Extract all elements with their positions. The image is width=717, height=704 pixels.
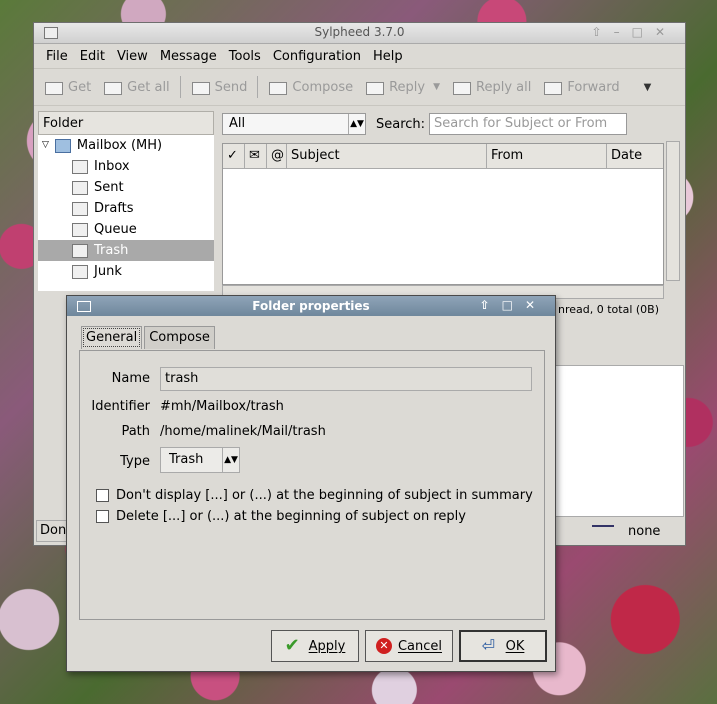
path-label: Path — [121, 424, 150, 439]
forward-icon — [541, 77, 563, 97]
tab-general[interactable]: General — [81, 326, 143, 349]
folder-drafts[interactable]: Drafts — [38, 198, 214, 219]
mark-column-icon[interactable]: ✓ — [223, 144, 245, 168]
menu-configuration[interactable]: Configuration — [267, 49, 367, 64]
reply-icon — [363, 77, 385, 97]
dialog-controls[interactable]: ⇧□✕ — [480, 298, 547, 312]
menu-help[interactable]: Help — [367, 49, 409, 64]
status-none: none — [628, 523, 661, 539]
type-combo[interactable]: Trash ▲▼ — [160, 447, 240, 473]
main-titlebar: Sylpheed 3.7.0 ⇧–□✕ — [34, 23, 685, 44]
general-panel: Name trash Identifier #mh/Mailbox/trash … — [79, 350, 545, 620]
reply-all-icon — [450, 77, 472, 97]
folder-trash[interactable]: Trash — [38, 240, 214, 261]
menu-tools[interactable]: Tools — [223, 49, 267, 64]
menubar: File Edit View Message Tools Configurati… — [34, 44, 685, 69]
toolbar-separator — [257, 76, 259, 98]
inbox-icon — [72, 159, 88, 174]
identifier-value: #mh/Mailbox/trash — [160, 399, 284, 414]
message-preview — [554, 365, 684, 517]
type-label: Type — [120, 454, 150, 469]
name-label: Name — [111, 371, 150, 386]
get-all-button[interactable]: Get all — [101, 77, 170, 97]
dont-display-brackets-checkbox[interactable]: Don't display [...] or (...) at the begi… — [96, 488, 533, 503]
tab-compose[interactable]: Compose — [144, 326, 215, 349]
folder-column-header[interactable]: Folder — [38, 111, 214, 135]
apply-button[interactable]: ✔ Apply — [271, 630, 359, 662]
toolbar: Get Get all Send Compose Reply ▼ Reply al… — [34, 69, 685, 106]
drafts-icon — [72, 201, 88, 216]
checkbox-box[interactable] — [96, 510, 109, 523]
folder-inbox[interactable]: Inbox — [38, 156, 214, 177]
folder-tree: Folder ▽ Mailbox (MH) Inbox Sent Drafts … — [38, 111, 214, 291]
ok-arrow-icon: ⏎ — [481, 636, 496, 655]
get-mail-icon — [42, 77, 64, 97]
forward-button[interactable]: Forward — [541, 77, 620, 97]
path-value: /home/malinek/Mail/trash — [160, 424, 326, 439]
folder-mailbox[interactable]: ▽ Mailbox (MH) — [38, 135, 214, 156]
trash-icon — [72, 243, 88, 258]
expander-icon[interactable]: ▽ — [42, 135, 49, 156]
message-list-vscroll[interactable] — [666, 141, 680, 281]
menu-edit[interactable]: Edit — [74, 49, 111, 64]
reply-button[interactable]: Reply ▼ — [363, 77, 440, 97]
get-all-icon — [101, 77, 123, 97]
message-list: ✓ ✉ @ Subject From Date — [222, 143, 664, 285]
reply-all-button[interactable]: Reply all — [450, 77, 531, 97]
folder-status-summary: nread, 0 total (0B) — [558, 303, 660, 316]
combo-arrow-icon: ▲▼ — [348, 114, 365, 134]
sent-icon — [72, 180, 88, 195]
get-button[interactable]: Get — [42, 77, 91, 97]
folder-icon — [54, 138, 71, 153]
filter-combo[interactable]: All ▲▼ — [222, 113, 366, 135]
checkmark-icon: ✔ — [284, 635, 300, 656]
checkbox-box[interactable] — [96, 489, 109, 502]
search-label: Search: — [376, 116, 426, 132]
combo-arrow-icon: ▲▼ — [222, 448, 239, 472]
column-from[interactable]: From — [487, 144, 607, 168]
reply-dropdown-icon[interactable]: ▼ — [433, 82, 440, 92]
online-status-icon[interactable] — [592, 525, 614, 535]
compose-icon — [266, 77, 288, 97]
window-controls[interactable]: ⇧–□✕ — [592, 25, 677, 39]
search-input[interactable]: Search for Subject or From — [429, 113, 628, 135]
folder-junk[interactable]: Junk — [38, 261, 214, 282]
cancel-icon: ✕ — [375, 638, 392, 654]
send-button[interactable]: Send — [189, 77, 247, 97]
folder-queue[interactable]: Queue — [38, 219, 214, 240]
filter-bar: All ▲▼ Search: Search for Subject or From — [222, 111, 628, 137]
column-date[interactable]: Date — [607, 144, 663, 168]
column-subject[interactable]: Subject — [287, 144, 487, 168]
unread-column-icon[interactable]: ✉ — [245, 144, 267, 168]
message-list-header: ✓ ✉ @ Subject From Date — [223, 144, 663, 169]
menu-file[interactable]: File — [40, 49, 74, 64]
menu-message[interactable]: Message — [154, 49, 223, 64]
delete-brackets-checkbox[interactable]: Delete [...] or (...) at the beginning o… — [96, 509, 466, 524]
cancel-button[interactable]: ✕ Cancel — [365, 630, 453, 662]
dialog-titlebar: Folder properties ⇧□✕ — [67, 296, 555, 316]
ok-button[interactable]: ⏎ OK — [459, 630, 547, 662]
compose-button[interactable]: Compose — [266, 77, 353, 97]
attachment-column-icon[interactable]: @ — [267, 144, 287, 168]
name-field[interactable]: trash — [160, 367, 532, 391]
queue-icon — [72, 222, 88, 237]
send-icon — [189, 77, 211, 97]
folder-properties-dialog: Folder properties ⇧□✕ General Compose Na… — [66, 295, 556, 672]
junk-icon — [72, 264, 88, 279]
folder-sent[interactable]: Sent — [38, 177, 214, 198]
identifier-label: Identifier — [91, 399, 150, 414]
toolbar-separator — [179, 76, 181, 98]
dialog-tabs: General Compose — [81, 326, 217, 349]
window-title: Sylpheed 3.7.0 — [314, 25, 405, 39]
toolbar-overflow-icon[interactable]: ▼ — [644, 82, 652, 93]
menu-view[interactable]: View — [111, 49, 154, 64]
